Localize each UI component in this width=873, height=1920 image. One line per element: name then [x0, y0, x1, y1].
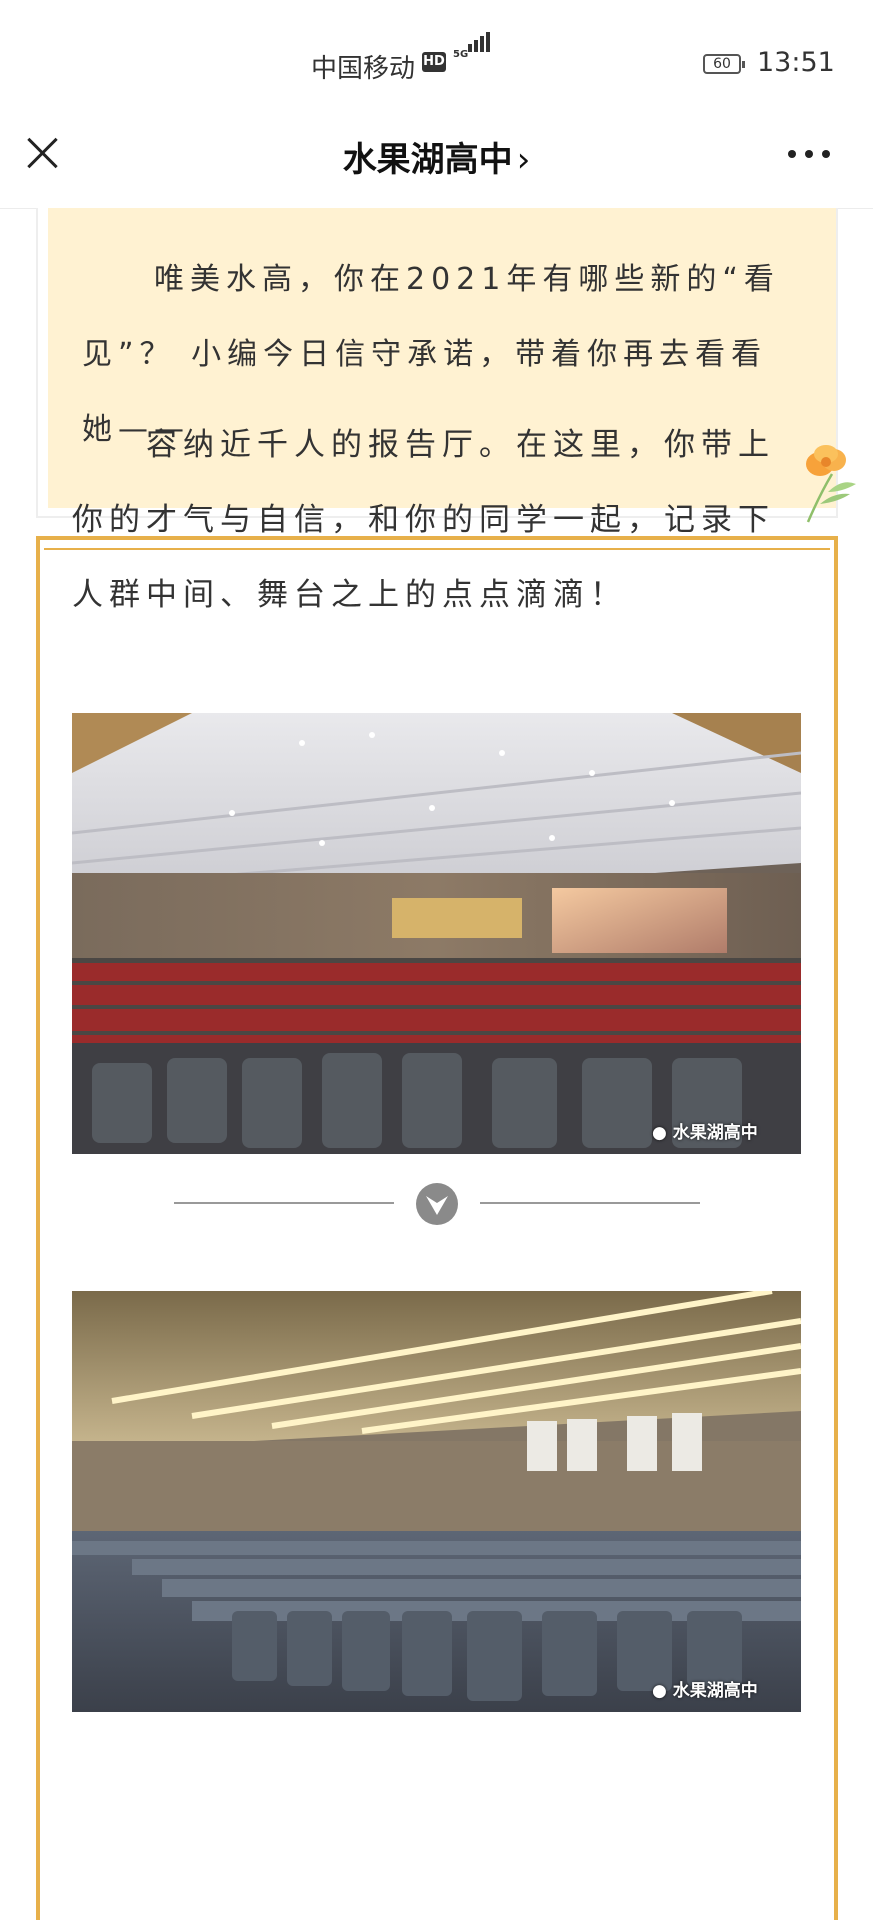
photo-watermark: 水果湖高中: [672, 1123, 758, 1143]
carrier-label: 中国移动: [311, 54, 416, 84]
section-divider: [174, 1178, 700, 1228]
arrow-down-icon: [416, 1183, 458, 1225]
wechat-icon: ●: [652, 1681, 667, 1701]
account-title[interactable]: 水果湖高中 ›: [0, 132, 873, 181]
battery-level: 60: [713, 56, 731, 72]
more-icon[interactable]: [788, 150, 832, 160]
network-label: 5G: [453, 49, 469, 60]
battery-icon: 60: [703, 54, 745, 74]
clock: 13:51: [757, 47, 835, 78]
chevron-right-icon: ›: [516, 140, 531, 180]
hd-badge: HD: [422, 52, 446, 72]
status-bar: 中国移动 HD 5G 60 13:51: [0, 0, 873, 128]
section-text: 容纳近千人的报告厅。在这里，你带上你的才气与自信，和你的同学一起，记录下人群中间…: [72, 427, 775, 613]
auditorium-photo-2[interactable]: ● 水果湖高中: [72, 1291, 801, 1712]
auditorium-photo-1[interactable]: ● 水果湖高中: [72, 713, 801, 1154]
flower-icon: [806, 445, 856, 523]
auditorium-image-2: [72, 1291, 801, 1712]
account-name[interactable]: 水果湖高中: [343, 140, 513, 180]
wechat-icon: ●: [652, 1123, 667, 1143]
photo-watermark: 水果湖高中: [672, 1681, 758, 1701]
auditorium-image-1: [72, 713, 801, 1154]
